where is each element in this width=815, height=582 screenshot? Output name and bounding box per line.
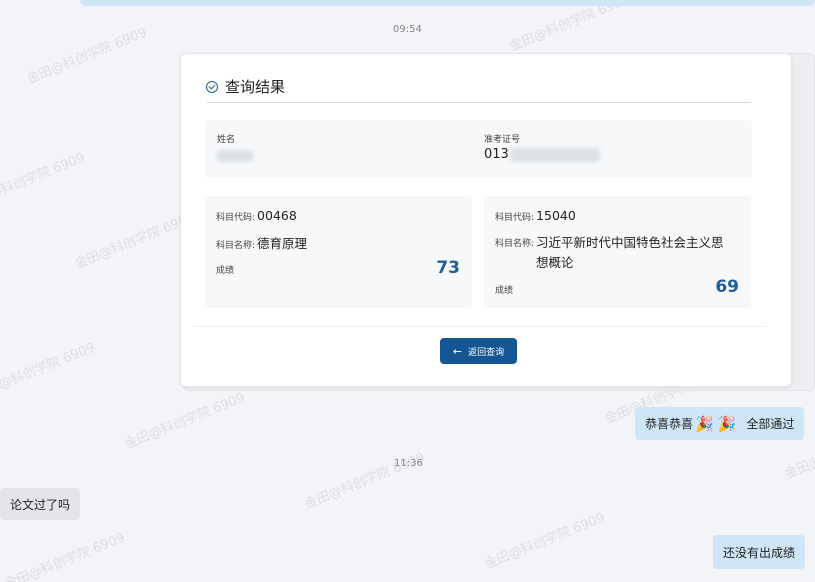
candidate-info: 姓名 准考证号 013 (205, 120, 752, 178)
subject-name-label: 科目名称: (216, 241, 256, 251)
watermark: 金田@科创学院 6909 (2, 530, 128, 582)
subject-code-label: 科目代码: (495, 213, 535, 223)
score-label: 成绩 (216, 266, 235, 276)
message-bubble-left[interactable]: 论文过了吗 (0, 488, 81, 520)
subject-name: 德育原理 (257, 236, 308, 251)
message-bubble-right[interactable]: 还没有出成绩 (713, 535, 806, 569)
watermark: 金田@科创学院 6909 (122, 390, 248, 453)
check-circle-icon (206, 80, 218, 93)
result-title: 查询结果 (206, 76, 285, 97)
subject-code-label: 科目代码: (216, 213, 256, 223)
subject-name-label: 科目名称: (495, 239, 535, 249)
message-text: 全部通过 (746, 417, 795, 431)
result-card[interactable]: 查询结果 姓名 准考证号 013 科目代码: 00468 科目名称: 德育原理 … (180, 53, 792, 387)
timestamp: 09:54 (393, 24, 422, 35)
id-redacted (510, 148, 600, 162)
party-popper-icon: 🎉 (717, 414, 737, 433)
id-value-visible: 013 (484, 147, 509, 162)
message-text: 论文过了吗 (10, 497, 71, 512)
timestamp: 11:36 (394, 458, 423, 469)
message-text: 恭喜恭喜 (645, 417, 694, 431)
watermark: 金田@科创学院 6909 (72, 210, 198, 273)
watermark: 金田@科创学院 6909 (0, 150, 88, 213)
watermark: 金田@科创学院 6909 (302, 450, 428, 513)
subject-card: 科目代码: 15040 科目名称: 习近平新时代中国特色社会主义思想概论 成绩 … (484, 196, 751, 308)
previous-message-bubble (80, 0, 815, 6)
message-bubble-right[interactable]: 恭喜恭喜 🎉 🎉 全部通过 (635, 407, 805, 440)
message-text: 还没有出成绩 (723, 545, 796, 560)
watermark: 金田@科创学院 6909 (507, 0, 633, 55)
name-redacted (217, 150, 253, 162)
divider (193, 326, 766, 327)
back-button-label: 返回查询 (468, 347, 505, 358)
score-value: 69 (715, 277, 739, 297)
subject-card: 科目代码: 00468 科目名称: 德育原理 成绩 73 (205, 196, 472, 308)
watermark: 金田@科创学院 6909 (0, 340, 98, 403)
name-label: 姓名 (217, 135, 236, 145)
divider (206, 102, 751, 103)
subject-code: 15040 (536, 208, 576, 223)
score-value: 73 (436, 258, 460, 278)
party-popper-icon: 🎉 (695, 414, 714, 433)
subject-code: 00468 (257, 208, 297, 223)
result-title-text: 查询结果 (225, 78, 286, 96)
score-label: 成绩 (495, 286, 514, 296)
watermark: 金田@科创学院 6909 (482, 510, 608, 573)
id-label: 准考证号 (484, 135, 521, 145)
watermark: 金田@科创学院 6909 (24, 25, 150, 88)
arrow-left-icon: ← (452, 344, 463, 358)
subject-name: 习近平新时代中国特色社会主义思想概论 (536, 235, 724, 270)
back-to-query-button[interactable]: ← 返回查询 (440, 338, 517, 364)
